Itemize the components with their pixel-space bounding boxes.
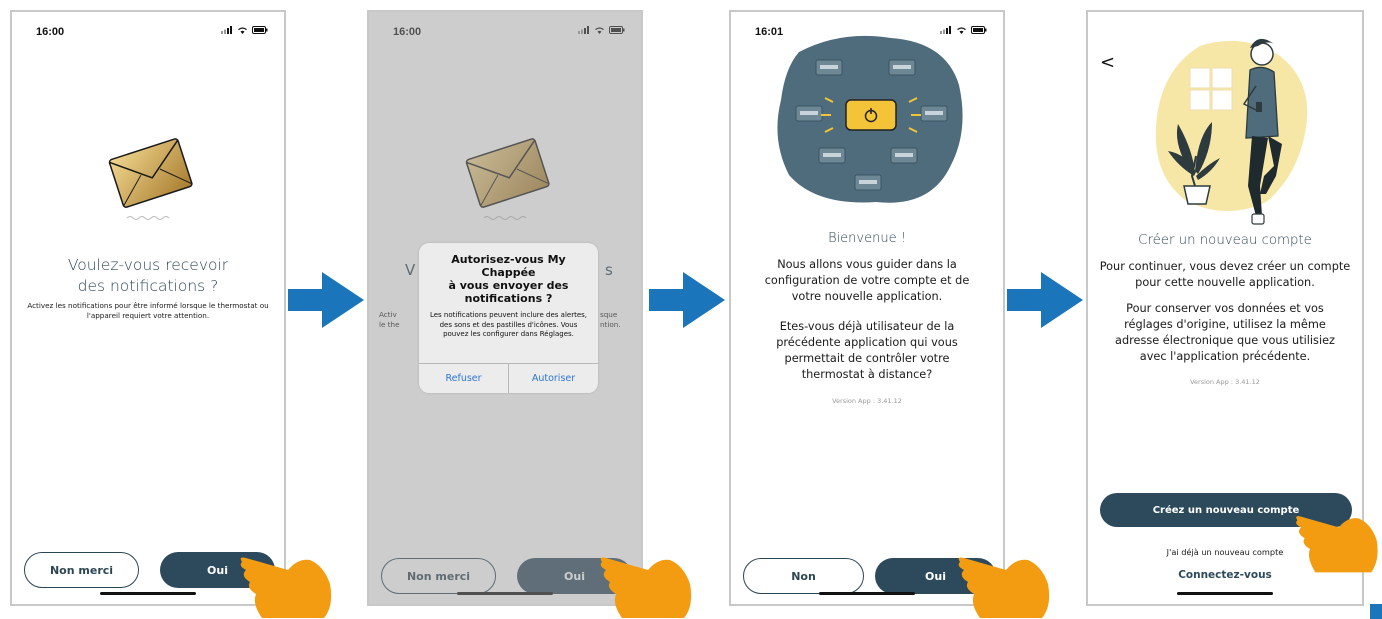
status-icons [221, 26, 268, 34]
status-time: 16:00 [36, 26, 65, 38]
page-title: Voulez-vous recevoir des notifications ? [67, 256, 229, 295]
app-version: Version App : 3.41.12 [832, 397, 902, 405]
envelope-icon [108, 138, 193, 220]
wifi-icon [238, 27, 247, 34]
battery-icon [252, 26, 268, 34]
thermostat-illustration [777, 35, 963, 203]
intro-paragraph: Pour continuer, vous devez créer un comp… [1099, 260, 1351, 289]
screen-notifications-prompt: 16:00 Voulez-vous recevoir des notificat… [10, 10, 286, 606]
allow-button[interactable]: Autoriser [509, 363, 598, 393]
edge-marker [1370, 604, 1382, 619]
info-paragraph: Pour conserver vos données et vos réglag… [1115, 302, 1335, 363]
arrow-right-icon [1007, 272, 1083, 328]
battery-icon [971, 26, 987, 34]
dialog-message: Les notifications peuvent inclure des al… [429, 311, 588, 338]
screen-welcome: 16:01 Bienvenue ! Nous allons vous guide… [729, 10, 1005, 606]
person-illustration [1155, 38, 1308, 225]
signal-icon [221, 26, 232, 34]
dialog-title: Autorisez-vous My Chappée à vous envoyer… [448, 253, 569, 305]
intro-paragraph: Nous allons vous guider dans la configur… [764, 258, 970, 303]
page-subtitle: Activez les notifications pour être info… [27, 301, 269, 320]
question-paragraph: Etes-vous déjà utilisateur de la précéde… [776, 320, 958, 381]
refuse-button[interactable]: Refuser [419, 363, 508, 393]
home-indicator [819, 592, 915, 595]
arrow-right-icon [288, 272, 364, 328]
home-indicator [100, 592, 196, 595]
no-button[interactable]: Non [743, 558, 864, 594]
back-chevron-icon[interactable]: < [1100, 52, 1115, 73]
tap-hand-icon [1296, 516, 1378, 573]
page-title: Créer un nouveau compte [1138, 233, 1312, 248]
tap-hand-icon [600, 557, 692, 618]
decline-button[interactable]: Non merci [24, 552, 139, 588]
tap-hand-icon [240, 557, 332, 618]
app-version: Version App : 3.41.12 [1190, 378, 1260, 386]
arrow-right-icon [649, 272, 725, 328]
tap-hand-icon [958, 557, 1050, 618]
permission-dialog: Autorisez-vous My Chappée à vous envoyer… [419, 243, 598, 393]
home-indicator [1177, 592, 1273, 595]
screen-system-permission: 16:00 V s Activ le the sque ntion. Non mer… [367, 10, 643, 606]
page-title: Bienvenue ! [828, 231, 906, 246]
